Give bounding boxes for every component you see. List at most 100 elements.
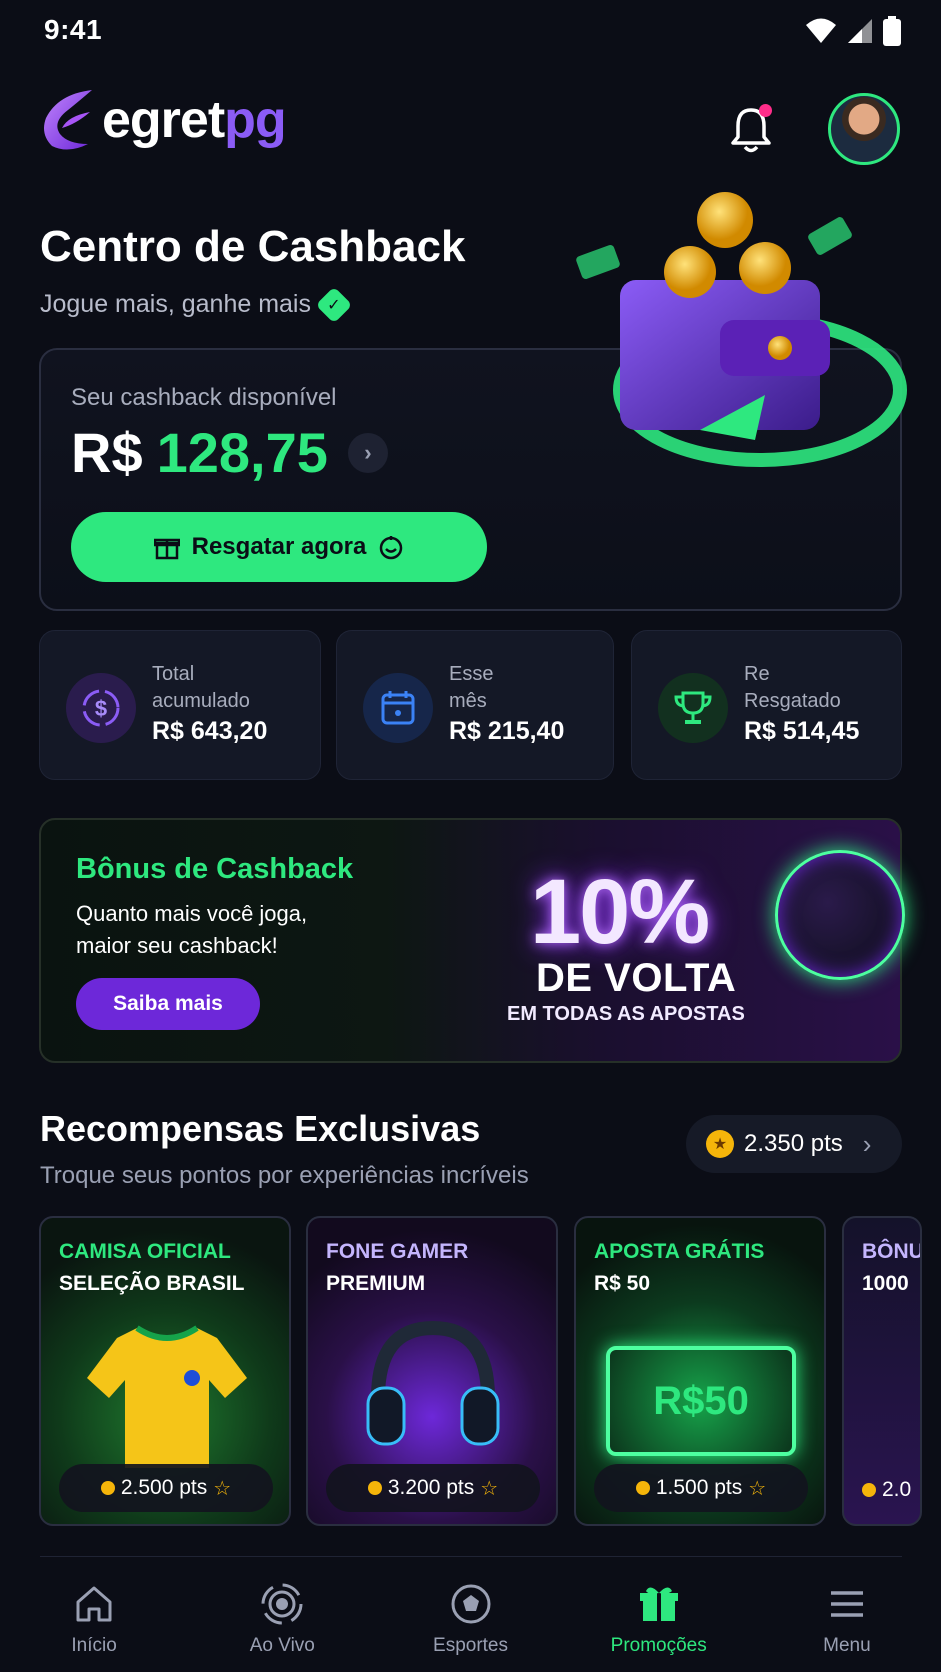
promo-line2: EM TODAS AS APOSTAS xyxy=(507,1003,745,1025)
calendar-icon xyxy=(363,673,433,743)
reward-card-headset[interactable]: FONE GAMER PREMIUM 3.200 pts ☆ xyxy=(306,1216,558,1526)
ticket-text: R$50 xyxy=(653,1378,749,1423)
stat-this-month[interactable]: Esse mês R$ 215,40 xyxy=(336,630,614,780)
stat-label: Total acumulado xyxy=(152,661,250,715)
redeem-label: Resgatar agora xyxy=(191,533,367,560)
notifications-button[interactable] xyxy=(728,104,774,154)
learn-more-button[interactable]: Saiba mais xyxy=(76,978,260,1030)
points-balance: 2.350 pts xyxy=(744,1130,843,1157)
cashback-amount[interactable]: R$ 128,75 › xyxy=(71,420,388,485)
stat-label-line1: Esse xyxy=(449,663,494,685)
nav-label: Ao Vivo xyxy=(249,1635,315,1656)
egret-logo-icon xyxy=(44,90,92,150)
promo-line1: DE VOLTA xyxy=(536,956,737,1000)
bonus-description: Quanto mais você joga, maior seu cashbac… xyxy=(76,901,308,958)
nav-label: Menu xyxy=(823,1635,871,1656)
stat-label-line2: acumulado xyxy=(152,690,250,712)
page-subtitle: Jogue mais, ganhe mais ✓ xyxy=(40,286,353,323)
star-icon: ☆ xyxy=(748,1477,767,1500)
nav-item-home[interactable]: Início xyxy=(0,1557,188,1672)
reward-line2: PREMIUM xyxy=(326,1272,426,1295)
nav-item-menu[interactable]: Menu xyxy=(753,1557,941,1672)
nav-label: Início xyxy=(71,1635,117,1656)
rewards-title: Recompensas Exclusivas xyxy=(40,1108,481,1149)
stat-label-line1: Re xyxy=(744,663,770,685)
redeem-button[interactable]: Resgatar agora xyxy=(71,512,487,582)
reward-line2: R$ 50 xyxy=(594,1272,651,1295)
page-title: Centro de Cashback xyxy=(40,222,466,271)
stat-value: R$ 643,20 xyxy=(152,717,268,745)
reward-line1: BÔNUS xyxy=(862,1240,920,1263)
reward-points-value: 2.500 pts xyxy=(120,1476,208,1499)
reward-points-value: 3.200 pts xyxy=(387,1476,475,1499)
reward-points: 1.500 pts ☆ xyxy=(594,1464,808,1512)
gift-icon xyxy=(636,1581,682,1627)
smile-coin-icon xyxy=(380,536,403,560)
subtitle-text: Jogue mais, ganhe mais xyxy=(40,290,311,318)
nav-label: Promoções xyxy=(610,1635,707,1656)
star-icon: ☆ xyxy=(480,1477,499,1500)
jersey-image xyxy=(87,1325,247,1468)
ticket-image: R$50 xyxy=(606,1346,796,1456)
stat-redeemed[interactable]: Re Resgatado R$ 514,45 xyxy=(631,630,902,780)
bottom-nav: Início Ao Vivo Esportes Promoções Menu xyxy=(0,1557,941,1672)
gift-icon xyxy=(153,538,180,560)
battery-icon xyxy=(883,16,901,46)
stat-value: R$ 215,40 xyxy=(449,717,565,745)
points-balance-button[interactable]: ★ 2.350 pts › xyxy=(686,1115,902,1173)
status-time: 9:41 xyxy=(44,14,103,45)
stat-label-line2: Resgatado xyxy=(744,690,841,712)
reward-card-jersey[interactable]: CAMISA OFICIAL SELEÇÃO BRASIL 2.500 pts ☆ xyxy=(39,1216,291,1526)
verified-icon: ✓ xyxy=(315,286,353,323)
stat-label-line1: Total xyxy=(152,663,195,685)
stat-value: R$ 514,45 xyxy=(744,717,860,745)
logo-accent: pg xyxy=(224,91,287,149)
stat-label-line2: mês xyxy=(449,690,487,712)
soccer-ball-icon xyxy=(775,850,905,980)
nav-item-live[interactable]: Ao Vivo xyxy=(188,1557,376,1672)
wifi-icon xyxy=(806,18,836,43)
stat-label: Re Resgatado xyxy=(744,661,841,715)
dollar-cycle-icon: $ xyxy=(66,673,136,743)
coin-icon xyxy=(635,1481,650,1495)
reward-card-bonus[interactable]: BÔNUS 1000 2.0 xyxy=(842,1216,922,1526)
reward-line1: CAMISA OFICIAL xyxy=(59,1240,231,1263)
signal-icon xyxy=(848,19,872,43)
reward-line1: APOSTA GRÁTIS xyxy=(594,1240,765,1263)
user-avatar[interactable] xyxy=(828,93,900,165)
reward-card-free-bet[interactable]: APOSTA GRÁTIS R$ 50 R$50 1.500 pts ☆ xyxy=(574,1216,826,1526)
star-coin-icon: ★ xyxy=(706,1130,734,1158)
reward-points: 2.0 xyxy=(862,1478,911,1502)
headset-image xyxy=(366,1320,500,1446)
reward-line2: 1000 xyxy=(862,1272,909,1295)
reward-points-value: 1.500 pts xyxy=(655,1476,743,1499)
nav-item-promotions[interactable]: Promoções xyxy=(565,1557,753,1672)
app-logo[interactable]: egretpg xyxy=(38,88,287,152)
reward-line2: SELEÇÃO BRASIL xyxy=(59,1272,245,1295)
menu-icon xyxy=(824,1581,870,1627)
chevron-right-icon[interactable]: › xyxy=(347,432,388,473)
logo-main: egret xyxy=(102,91,225,149)
stat-label: Esse mês xyxy=(449,661,493,715)
status-icons xyxy=(805,16,901,46)
cashback-label: Seu cashback disponível xyxy=(71,384,337,411)
trophy-icon xyxy=(658,673,728,743)
nav-label: Esportes xyxy=(433,1635,508,1656)
coin-icon xyxy=(367,1481,382,1495)
coin-icon xyxy=(862,1483,876,1497)
notification-dot xyxy=(759,104,772,117)
home-icon xyxy=(71,1581,117,1627)
stat-total-accumulated[interactable]: $ Total acumulado R$ 643,20 xyxy=(39,630,321,780)
rewards-subtitle: Troque seus pontos por experiências incr… xyxy=(40,1162,529,1189)
reward-line1: FONE GAMER xyxy=(326,1240,469,1263)
logo-text: egretpg xyxy=(102,90,287,150)
star-icon: ☆ xyxy=(213,1477,232,1500)
nav-item-sports[interactable]: Esportes xyxy=(376,1557,564,1672)
chevron-right-icon: › xyxy=(862,1128,872,1159)
cashback-value: 128,75 xyxy=(156,421,328,484)
promo-percent: 10% xyxy=(530,861,710,963)
currency-symbol: R$ xyxy=(71,421,143,484)
live-icon xyxy=(259,1581,305,1627)
reward-points-value: 2.0 xyxy=(882,1478,912,1501)
coin-icon xyxy=(100,1481,115,1495)
